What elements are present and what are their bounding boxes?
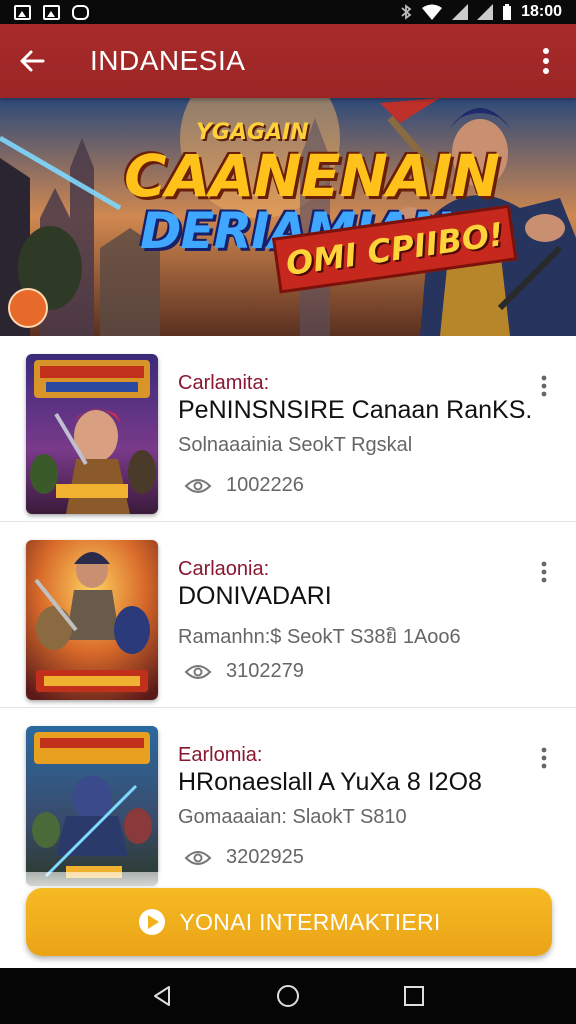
list-item-category: Carlaonia: — [178, 558, 270, 580]
arrow-left-icon — [20, 50, 45, 72]
list-item-category: Earlomia: — [178, 744, 263, 766]
eye-icon — [184, 478, 212, 493]
play-icon — [139, 909, 166, 935]
more-vert-icon — [543, 48, 549, 74]
status-time: 18:00 — [521, 3, 562, 20]
content-list: Carlamita: PeNINSNSIRE Canaan RanKS. Sol… — [0, 336, 576, 894]
status-bar: 18:00 — [0, 0, 576, 24]
image-icon — [14, 4, 31, 20]
camera-icon — [72, 4, 89, 20]
signal-icon — [477, 4, 494, 20]
list-item-menu-button[interactable] — [532, 372, 556, 400]
list-item-views: 3102279 — [184, 660, 304, 683]
list-item-subtitle: Gomaaaian: SlaokT S810 — [178, 806, 407, 828]
list-item-views: 3202925 — [184, 846, 304, 869]
hero-banner[interactable]: YGAGAIN CAANENAIN DERIAMIAN OMI CPIIBO! — [0, 98, 576, 336]
list-item[interactable]: Earlomia: HRonaeslall A YuXa 8 I2O8 Goma… — [0, 708, 576, 894]
list-item-thumbnail — [26, 540, 158, 700]
list-item-views-count: 3102279 — [226, 660, 304, 682]
signal-icon — [452, 4, 469, 20]
app-bar: INDANESIA — [0, 24, 576, 98]
more-vert-icon — [541, 747, 547, 769]
bluetooth-icon — [401, 4, 412, 20]
primary-action-label: YONAI INTERMAKTIERI — [179, 908, 441, 935]
nav-back-icon[interactable] — [151, 985, 173, 1007]
list-item-thumbnail — [26, 354, 158, 514]
list-item-subtitle: Ramanhn:$ SeokT S38ยิ 1Aoo6 — [178, 626, 461, 648]
wifi-icon — [422, 4, 443, 20]
cta-container: YONAI INTERMAKTIERI — [0, 872, 576, 968]
list-item-thumbnail — [26, 726, 158, 886]
eye-icon — [184, 664, 212, 679]
list-item-views-count: 1002226 — [226, 474, 304, 496]
nav-home-icon[interactable] — [276, 984, 300, 1008]
eye-icon — [184, 850, 212, 865]
page-title: INDANESIA — [90, 45, 246, 76]
banner-badge-icon — [8, 288, 48, 328]
list-item[interactable]: Carlaonia: DONIVADARI Ramanhn:$ SeokT S3… — [0, 522, 576, 708]
list-item-category: Carlamita: — [178, 372, 270, 394]
primary-action-button[interactable]: YONAI INTERMAKTIERI — [26, 888, 552, 956]
battery-icon — [503, 4, 512, 20]
list-item-views-count: 3202925 — [226, 846, 304, 868]
list-item[interactable]: Carlamita: PeNINSNSIRE Canaan RanKS. Sol… — [0, 336, 576, 522]
list-item-menu-button[interactable] — [532, 558, 556, 586]
list-item-subtitle: Solnaaainia SeokT Rgskal — [178, 434, 413, 456]
list-item-views: 1002226 — [184, 474, 304, 497]
overflow-menu-button[interactable] — [516, 24, 576, 98]
list-item-menu-button[interactable] — [532, 744, 556, 772]
banner-title-line1: CAANENAIN — [124, 142, 500, 210]
more-vert-icon — [541, 375, 547, 397]
more-vert-icon — [541, 561, 547, 583]
back-button[interactable] — [0, 24, 64, 98]
list-item-title: DONIVADARI — [178, 582, 332, 610]
list-item-title: HRonaeslall A YuXa 8 I2O8 — [178, 768, 482, 796]
system-nav-bar — [0, 968, 576, 1024]
list-item-title: PeNINSNSIRE Canaan RanKS. — [178, 396, 533, 424]
gallery-icon — [43, 4, 60, 20]
nav-recents-icon[interactable] — [403, 985, 425, 1007]
